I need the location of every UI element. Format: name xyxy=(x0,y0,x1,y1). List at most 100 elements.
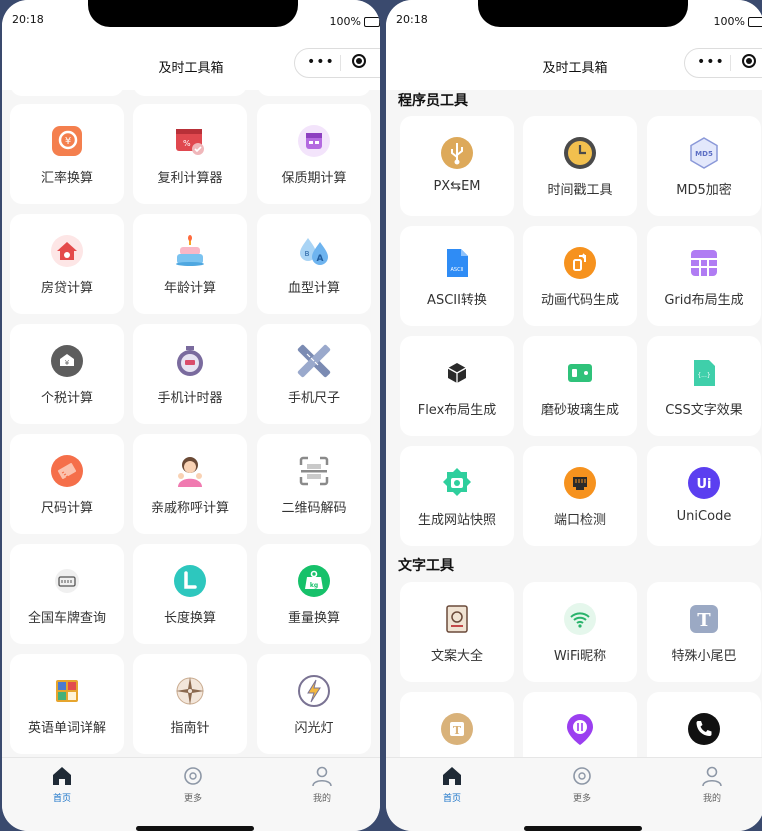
frosted-glass-icon xyxy=(568,364,592,382)
special-tail-badge: T xyxy=(697,610,711,631)
tool-card[interactable] xyxy=(647,692,761,758)
home-icon xyxy=(53,767,71,785)
unicode-badge: Ui xyxy=(696,477,711,492)
phone-screen-right: 20:18 100% 及时工具箱 ••• 程序员工具 PX⇆EM 时间戳工具 M… xyxy=(386,0,762,831)
tool-card[interactable]: 保质期计算 xyxy=(257,104,371,204)
css-badge: {...} xyxy=(697,372,711,379)
tool-card[interactable]: 手机计时器 xyxy=(133,324,247,424)
device-notch xyxy=(88,0,298,27)
tool-label: 血型计算 xyxy=(287,281,340,296)
phone-icon xyxy=(688,713,720,745)
more-menu-icon[interactable]: ••• xyxy=(697,54,725,70)
port-check-icon xyxy=(564,467,596,499)
tool-card[interactable]: PX⇆EM xyxy=(400,116,514,216)
tool-label: 生成网站快照 xyxy=(417,513,496,528)
tool-label: Flex布局生成 xyxy=(417,403,497,418)
tool-card[interactable]: 闪光灯 xyxy=(257,654,371,754)
tool-card[interactable]: 英语单词详解 xyxy=(10,654,124,754)
blood-type-icon: AB xyxy=(300,238,328,265)
tool-card[interactable]: ¥ 个税计算 xyxy=(10,324,124,424)
tool-label: 保质期计算 xyxy=(281,171,347,186)
battery-label: 100% xyxy=(713,15,745,28)
tool-grid-right[interactable]: 程序员工具 PX⇆EM 时间戳工具 MD5 MD5加密 ASCII ASCII转… xyxy=(386,90,762,758)
tool-card[interactable]: Flex布局生成 xyxy=(400,336,514,436)
home-icon xyxy=(443,767,461,785)
status-battery: 100% xyxy=(330,15,380,28)
close-target-icon[interactable] xyxy=(352,54,366,68)
tool-card-partial[interactable] xyxy=(10,90,124,96)
tab-home[interactable]: 首页 xyxy=(32,764,92,804)
tool-card-partial[interactable] xyxy=(257,90,371,96)
tool-card[interactable]: 端口检测 xyxy=(523,446,637,546)
tool-card[interactable]: 手机尺子 xyxy=(257,324,371,424)
tool-grid-left[interactable]: ¥ 汇率换算 % 复利计算器 保质期计算 房贷计算 年龄计算 AB 血型计算 ¥… xyxy=(2,90,380,758)
tab-label: 首页 xyxy=(52,794,71,804)
close-target-icon[interactable] xyxy=(742,54,756,68)
section-title-text: 文字工具 xyxy=(398,558,454,574)
mini-program-capsule[interactable]: ••• xyxy=(294,48,380,78)
mini-program-capsule[interactable]: ••• xyxy=(684,48,762,78)
tool-card[interactable]: 动画代码生成 xyxy=(523,226,637,326)
md5-badge: MD5 xyxy=(695,150,713,158)
shelf-life-icon xyxy=(298,125,330,157)
tool-card[interactable]: 年龄计算 xyxy=(133,214,247,314)
tool-card[interactable]: T 特殊小尾巴 xyxy=(647,582,761,682)
flex-box-icon xyxy=(447,363,467,383)
mortgage-icon xyxy=(51,235,83,267)
tool-card[interactable]: MD5 MD5加密 xyxy=(647,116,761,216)
tool-label: 文案大全 xyxy=(430,649,483,664)
tool-card[interactable]: Grid布局生成 xyxy=(647,226,761,326)
battery-label: 100% xyxy=(329,15,361,28)
tool-label: ASCII转换 xyxy=(427,293,487,308)
more-icon xyxy=(184,767,202,785)
tool-card[interactable]: 全国车牌查询 xyxy=(10,544,124,644)
svg-text:¥: ¥ xyxy=(65,359,70,367)
tool-card[interactable]: 长度换算 xyxy=(133,544,247,644)
tab-profile[interactable]: 我的 xyxy=(292,764,352,804)
special-tail-icon: T xyxy=(690,605,718,633)
income-tax-icon: ¥ xyxy=(51,345,83,377)
tool-card[interactable]: 二维码解码 xyxy=(257,434,371,534)
tool-card[interactable]: 文案大全 xyxy=(400,582,514,682)
tool-card[interactable]: 房贷计算 xyxy=(10,214,124,314)
tool-card[interactable]: {...} CSS文字效果 xyxy=(647,336,761,436)
tab-label: 我的 xyxy=(312,794,331,804)
timestamp-clock-icon xyxy=(564,137,596,169)
status-battery: 100% xyxy=(714,15,762,28)
tool-card-partial[interactable] xyxy=(133,90,247,96)
tool-card[interactable]: ¥ 汇率换算 xyxy=(10,104,124,204)
tool-card[interactable]: 尺码计算 xyxy=(10,434,124,534)
tool-card[interactable]: ASCII ASCII转换 xyxy=(400,226,514,326)
tab-more[interactable]: 更多 xyxy=(552,764,612,804)
ascii-file-icon: ASCII xyxy=(447,249,468,277)
relatives-icon xyxy=(178,457,202,487)
tool-card[interactable]: 磨砂玻璃生成 xyxy=(523,336,637,436)
tool-label: PX⇆EM xyxy=(433,179,481,194)
tool-label: 闪光灯 xyxy=(294,721,334,736)
tab-profile[interactable]: 我的 xyxy=(682,764,742,804)
tab-bar: 首页 更多 我的 xyxy=(2,757,380,831)
tool-card[interactable]: 时间戳工具 xyxy=(523,116,637,216)
size-tag-icon xyxy=(51,455,83,487)
tool-label: 亲戚称呼计算 xyxy=(150,501,229,516)
tool-card[interactable]: 指南针 xyxy=(133,654,247,754)
tab-home[interactable]: 首页 xyxy=(422,764,482,804)
dictionary-icon xyxy=(56,680,78,702)
qr-scan-icon xyxy=(299,456,329,486)
tool-card[interactable]: 亲戚称呼计算 xyxy=(133,434,247,534)
tab-more[interactable]: 更多 xyxy=(163,764,223,804)
home-indicator xyxy=(136,826,254,831)
tool-card[interactable] xyxy=(523,692,637,758)
home-indicator xyxy=(524,826,642,831)
device-notch xyxy=(478,0,688,27)
tab-label: 首页 xyxy=(442,794,461,804)
tool-card[interactable]: 生成网站快照 xyxy=(400,446,514,546)
tool-card[interactable]: Ui UniCode xyxy=(647,446,761,546)
grid-layout-icon xyxy=(691,250,717,276)
tool-card[interactable]: AB 血型计算 xyxy=(257,214,371,314)
tool-card[interactable]: WiFi昵称 xyxy=(523,582,637,682)
tool-card[interactable]: kg 重量换算 xyxy=(257,544,371,644)
tool-card[interactable]: % 复利计算器 xyxy=(133,104,247,204)
more-menu-icon[interactable]: ••• xyxy=(307,54,335,70)
tool-card[interactable]: T xyxy=(400,692,514,758)
